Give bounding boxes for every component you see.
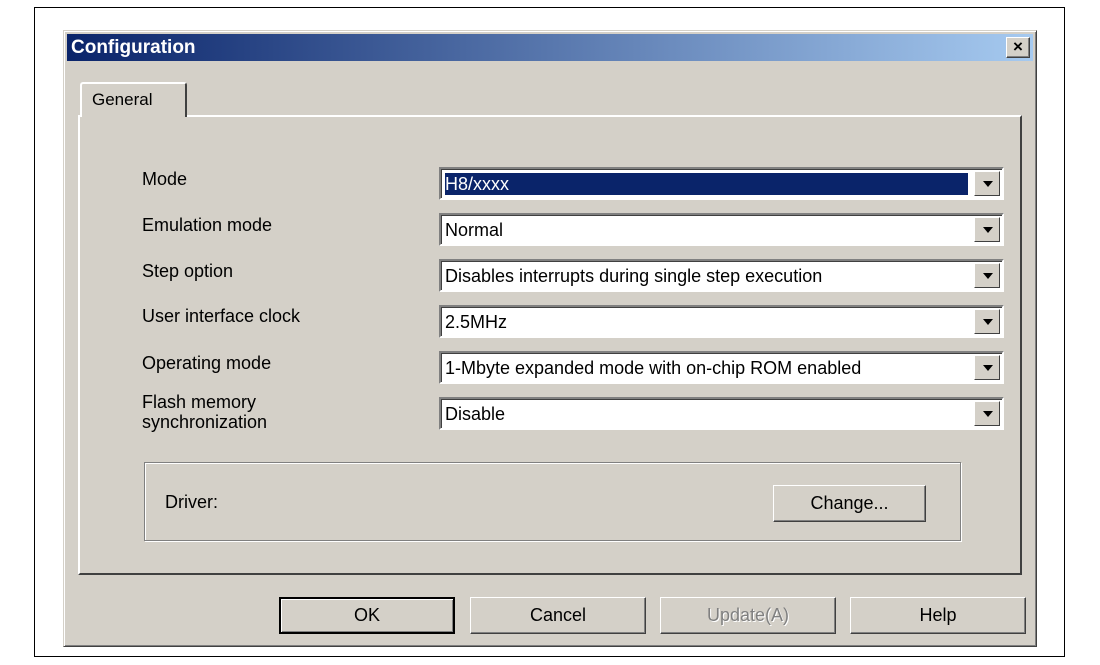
step-option-value: Disables interrupts during single step e… <box>445 266 823 286</box>
tab-general[interactable]: General <box>80 82 187 117</box>
operating-mode-value: 1-Mbyte expanded mode with on-chip ROM e… <box>445 358 862 378</box>
operating-mode-label: Operating mode <box>142 353 272 373</box>
user-interface-clock-dropdown-button[interactable] <box>974 309 1000 334</box>
driver-label: Driver: <box>165 492 218 512</box>
flash-memory-sync-dropdown-button[interactable] <box>974 401 1000 426</box>
driver-group: Driver: Change... <box>144 462 961 541</box>
mode-value: H8/xxxx <box>445 173 968 195</box>
flash-memory-sync-value: Disable <box>445 404 506 424</box>
flash-memory-sync-label: Flash memory synchronization <box>142 392 268 432</box>
ok-button[interactable]: OK <box>279 597 455 634</box>
step-option-dropdown-button[interactable] <box>974 263 1000 288</box>
update-button: Update(A) <box>660 597 836 634</box>
title-bar[interactable]: Configuration × <box>67 34 1033 61</box>
help-button[interactable]: Help <box>850 597 1026 634</box>
dialog-title: Configuration <box>71 37 196 58</box>
user-interface-clock-label: User interface clock <box>142 306 301 326</box>
operating-mode-dropdown-button[interactable] <box>974 355 1000 380</box>
emulation-mode-dropdown-button[interactable] <box>974 217 1000 242</box>
mode-label: Mode <box>142 169 188 189</box>
tab-general-label: General <box>92 90 153 109</box>
change-driver-button[interactable]: Change... <box>773 485 926 522</box>
mode-select[interactable]: H8/xxxx <box>439 167 1004 200</box>
close-icon: × <box>1013 37 1023 56</box>
emulation-mode-select[interactable]: Normal <box>439 213 1004 246</box>
mode-dropdown-button[interactable] <box>974 171 1000 196</box>
step-option-label: Step option <box>142 261 234 281</box>
emulation-mode-value: Normal <box>445 220 504 240</box>
step-option-select[interactable]: Disables interrupts during single step e… <box>439 259 1004 292</box>
operating-mode-select[interactable]: 1-Mbyte expanded mode with on-chip ROM e… <box>439 351 1004 384</box>
close-button[interactable]: × <box>1006 37 1030 58</box>
cancel-button[interactable]: Cancel <box>470 597 646 634</box>
emulation-mode-label: Emulation mode <box>142 215 273 235</box>
user-interface-clock-value: 2.5MHz <box>445 312 508 332</box>
flash-memory-sync-select[interactable]: Disable <box>439 397 1004 430</box>
configuration-dialog: Configuration × General Mode H8/xxxx Emu… <box>63 30 1037 647</box>
user-interface-clock-select[interactable]: 2.5MHz <box>439 305 1004 338</box>
